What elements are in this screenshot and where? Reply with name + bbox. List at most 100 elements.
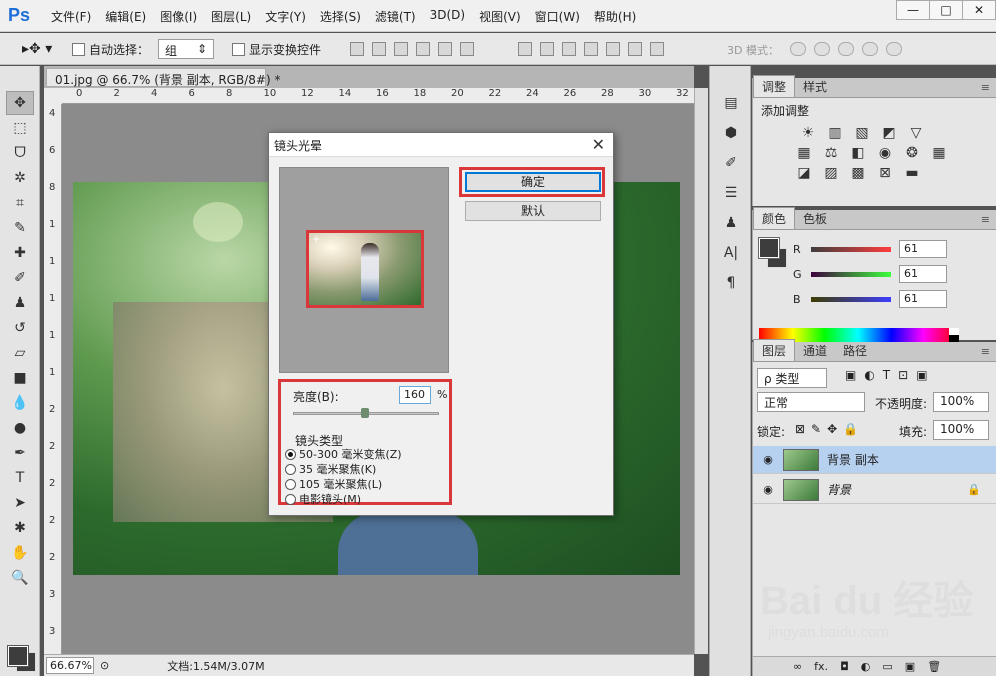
color-balance-icon[interactable]: ⚖ [822, 145, 840, 161]
roll-3d-icon[interactable] [814, 42, 830, 56]
flare-preview-thumbnail[interactable]: + [306, 230, 424, 308]
selective-color-icon[interactable]: ⊠ [876, 165, 894, 181]
crop-tool-icon[interactable]: ⌗ [6, 191, 34, 215]
radio-indicator[interactable] [285, 493, 296, 505]
menu-filter[interactable]: 滤镜(T) [368, 8, 423, 25]
brightness-input[interactable]: 160 [399, 386, 431, 404]
lens-radio-50-300[interactable]: 50-300 毫米变焦(Z) [285, 446, 402, 462]
invert-icon[interactable]: ◪ [795, 165, 813, 181]
exposure-icon[interactable]: ◩ [880, 125, 898, 141]
link-layers-icon[interactable]: ∞ [793, 660, 802, 673]
show-transform-checkbox[interactable]: 显示变换控件 [232, 41, 321, 58]
panel-menu-icon[interactable]: ≡ [981, 345, 990, 358]
distribute-left-icon[interactable] [584, 42, 598, 56]
type-tool-icon[interactable]: T [6, 466, 34, 490]
align-top-icon[interactable] [350, 42, 364, 56]
tab-adjustments[interactable]: 调整 [753, 75, 796, 97]
history-brush-tool-icon[interactable]: ↺ [6, 316, 34, 340]
auto-select-checkbox[interactable]: 自动选择： [72, 41, 149, 58]
minimize-button[interactable]: — [896, 0, 930, 20]
status-arrow-icon[interactable]: ⊙ [100, 659, 109, 672]
blue-slider[interactable] [811, 296, 891, 302]
lens-radio-35[interactable]: 35 毫米聚焦(K) [285, 461, 376, 477]
distribute-hcenter-icon[interactable] [606, 42, 620, 56]
eye-icon[interactable]: ◉ [753, 453, 783, 466]
dialog-close-button[interactable]: ✕ [592, 135, 605, 154]
menu-file[interactable]: 文件(F) [44, 8, 98, 25]
gradient-map-icon[interactable]: ▬ [903, 165, 921, 181]
black-white-icon[interactable]: ◧ [849, 145, 867, 161]
eyedropper-tool-icon[interactable]: ✎ [6, 216, 34, 240]
fill-field[interactable]: 100% [933, 420, 989, 440]
menu-layer[interactable]: 图层(L) [204, 8, 258, 25]
lasso-tool-icon[interactable]: ᗜ [6, 141, 34, 165]
tab-channels[interactable]: 通道 [795, 340, 835, 361]
color-spectrum-bw[interactable] [949, 328, 959, 342]
menu-edit[interactable]: 编辑(E) [98, 8, 153, 25]
distribute-bottom-icon[interactable] [562, 42, 576, 56]
menu-3d[interactable]: 3D(D) [423, 8, 472, 25]
foreground-color-swatch[interactable] [7, 645, 29, 667]
paragraph-panel-icon[interactable]: ¶ [717, 270, 745, 296]
tab-swatches[interactable]: 色板 [795, 208, 835, 229]
menu-window[interactable]: 窗口(W) [528, 8, 587, 25]
foreground-color-swatch[interactable] [758, 237, 780, 259]
layer-row[interactable]: ◉ 背景 副本 [753, 446, 996, 474]
vertical-scrollbar[interactable] [694, 88, 708, 654]
document-tab[interactable]: 01.jpg @ 66.7% (背景 副本, RGB/8#) * [46, 68, 280, 87]
align-bottom-icon[interactable] [394, 42, 408, 56]
tab-paths[interactable]: 路径 [835, 340, 875, 361]
checkbox-box[interactable] [72, 43, 85, 56]
quick-select-tool-icon[interactable]: ✲ [6, 166, 34, 190]
menu-image[interactable]: 图像(I) [153, 8, 204, 25]
menu-view[interactable]: 视图(V) [472, 8, 528, 25]
pan-3d-icon[interactable] [838, 42, 854, 56]
blur-tool-icon[interactable]: 💧 [6, 391, 34, 415]
dodge-tool-icon[interactable]: ● [6, 416, 34, 440]
green-value[interactable]: 61 [899, 265, 947, 283]
menu-select[interactable]: 选择(S) [313, 8, 368, 25]
align-left-icon[interactable] [416, 42, 430, 56]
radio-indicator[interactable] [285, 448, 296, 460]
radio-indicator[interactable] [285, 478, 296, 490]
auto-select-dropdown[interactable]: 组 ⇕ [158, 39, 214, 59]
channel-mixer-icon[interactable]: ❂ [903, 145, 921, 161]
adjust-properties-icon[interactable]: ☰ [717, 180, 745, 206]
brightness-slider-thumb[interactable] [361, 408, 369, 418]
curves-icon[interactable]: ▧ [853, 125, 871, 141]
close-button[interactable]: ✕ [962, 0, 996, 20]
ruler-horizontal[interactable]: 0 2 4 6 8 10 12 14 16 18 20 22 24 26 28 30 32 [62, 88, 694, 104]
brush-tool-icon[interactable]: ✐ [6, 266, 34, 290]
flare-center-crosshair[interactable]: + [312, 234, 320, 245]
levels-icon[interactable]: ▥ [826, 125, 844, 141]
align-hcenter-icon[interactable] [438, 42, 452, 56]
panel-menu-icon[interactable]: ≡ [981, 213, 990, 226]
threshold-icon[interactable]: ▩ [849, 165, 867, 181]
distribute-vcenter-icon[interactable] [540, 42, 554, 56]
new-adjustment-icon[interactable]: ◐ [861, 660, 871, 673]
add-mask-icon[interactable]: ◘ [840, 660, 849, 673]
move-tool-icon[interactable]: ✥ [6, 91, 34, 115]
opacity-field[interactable]: 100% [933, 392, 989, 412]
tab-color[interactable]: 颜色 [753, 207, 796, 229]
ruler-vertical[interactable]: 4 6 8 1 1 1 1 1 2 2 2 2 2 3 3 [44, 104, 62, 654]
eye-icon[interactable]: ◉ [753, 483, 783, 496]
zoom-tool-icon[interactable]: 🔍 [6, 566, 34, 590]
path-select-tool-icon[interactable]: ➤ [6, 491, 34, 515]
tab-layers[interactable]: 图层 [753, 339, 796, 361]
red-slider[interactable] [811, 246, 891, 252]
ok-button[interactable]: 确定 [465, 172, 601, 192]
clone-stamp-tool-icon[interactable]: ♟ [6, 291, 34, 315]
layer-filter-select[interactable]: ρ 类型 [757, 368, 827, 388]
healing-brush-tool-icon[interactable]: ✚ [6, 241, 34, 265]
orbit-3d-icon[interactable] [790, 42, 806, 56]
character-panel-icon[interactable]: A| [717, 240, 745, 266]
posterize-icon[interactable]: ▨ [822, 165, 840, 181]
brush-panel-icon[interactable]: ✐ [717, 150, 745, 176]
gradient-tool-icon[interactable]: ■ [6, 366, 34, 390]
green-slider[interactable] [811, 271, 891, 277]
layer-filter-icons[interactable]: ▣◐T⊡▣ [845, 368, 936, 382]
menu-help[interactable]: 帮助(H) [587, 8, 643, 25]
color-lookup-icon[interactable]: ▦ [930, 145, 948, 161]
lens-radio-105[interactable]: 105 毫米聚焦(L) [285, 476, 382, 492]
